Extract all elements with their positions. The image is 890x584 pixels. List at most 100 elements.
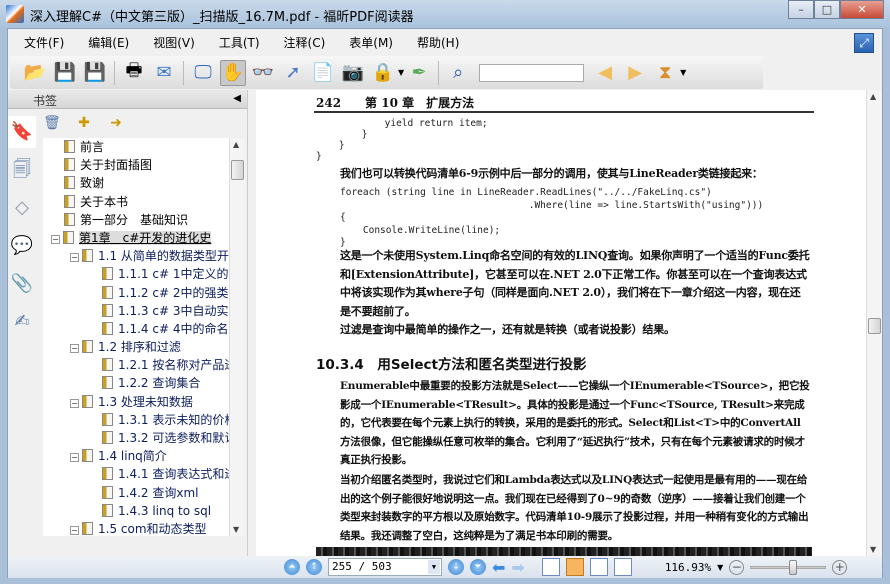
menu-tools[interactable]: 工具(T) <box>219 34 260 51</box>
continuous-view-icon[interactable] <box>565 558 584 576</box>
layers-tab-icon[interactable]: ◇ <box>8 192 36 224</box>
fullscreen-monitor-icon[interactable]: 🖵 <box>190 60 216 86</box>
collapse-panel-icon[interactable]: ◀ <box>233 93 241 104</box>
bookmark-item[interactable]: 1.1.3 c# 3中自动实现 <box>43 302 229 320</box>
bookmark-item[interactable]: 关于本书 <box>43 193 229 211</box>
chevron-down-icon[interactable]: ▼ <box>398 68 404 77</box>
collapse-toggle-icon[interactable]: − <box>70 344 79 354</box>
zoom-slider-knob[interactable] <box>788 559 797 575</box>
forward-arrow-icon[interactable]: ➡ <box>511 558 524 577</box>
previous-page-icon[interactable]: ↑ <box>306 559 322 575</box>
minimize-button[interactable]: – <box>788 0 814 19</box>
paragraph: 当初介绍匿名类型时，我说过它们和Lambda表达式以及LINQ表达式一起使用是最… <box>340 474 809 542</box>
bookmark-label: 1.1.1 c# 1中定义的产 <box>118 267 229 282</box>
menu-help[interactable]: 帮助(H) <box>417 34 459 51</box>
first-page-icon[interactable]: ⏶ <box>284 559 300 575</box>
menu-file[interactable]: 文件(F) <box>24 34 64 51</box>
zoom-out-icon[interactable]: − <box>729 559 745 575</box>
single-page-view-icon[interactable] <box>541 558 560 576</box>
scroll-up-icon[interactable]: ▲ <box>870 92 876 101</box>
last-page-icon[interactable]: ⏷ <box>470 559 486 575</box>
chevron-down-icon[interactable]: ▼ <box>680 68 686 77</box>
save-as-icon[interactable]: 💾 <box>82 60 108 86</box>
rms-lock-icon[interactable]: 🔒 <box>370 60 396 86</box>
snapshot-camera-icon[interactable]: 📷 <box>340 60 366 86</box>
attachments-tab-icon[interactable]: 📎 <box>8 268 36 300</box>
maximize-button[interactable]: □ <box>814 0 840 19</box>
bookmarks-tab-icon[interactable]: 🔖 <box>8 116 36 148</box>
bookmark-label: 第1章 c#开发的进化史 <box>79 230 212 245</box>
scroll-up-icon[interactable]: ▲ <box>233 140 239 149</box>
menu-view[interactable]: 视图(V) <box>153 34 195 51</box>
save-icon[interactable]: 💾 <box>52 60 78 86</box>
next-page-icon[interactable]: ↓ <box>448 559 464 575</box>
search-input[interactable] <box>479 63 585 82</box>
email-icon[interactable]: ✉ <box>151 60 177 86</box>
collapse-toggle-icon[interactable]: − <box>70 525 79 535</box>
print-icon[interactable]: 🖶 <box>121 60 147 86</box>
menu-edit[interactable]: 编辑(E) <box>88 34 129 51</box>
scroll-down-icon[interactable]: ▼ <box>233 525 239 534</box>
add-bookmark-icon[interactable]: ✚ <box>73 112 95 134</box>
bookmark-item[interactable]: 1.1.1 c# 1中定义的产 <box>43 265 229 283</box>
menu-comment[interactable]: 注释(C) <box>284 34 326 51</box>
bookmark-item[interactable]: − 第1章 c#开发的进化史 <box>43 229 229 247</box>
chevron-down-icon[interactable]: ▼ <box>717 563 723 572</box>
bookmark-item[interactable]: 前言 <box>43 138 229 156</box>
back-arrow-icon[interactable]: ⬅ <box>492 558 505 577</box>
delete-bookmark-icon[interactable]: 🗑 <box>41 112 63 134</box>
collapse-toggle-icon[interactable]: − <box>70 253 79 263</box>
bookmark-item[interactable]: 1.3.2 可选参数和默认 <box>43 429 229 447</box>
menu-form[interactable]: 表单(M) <box>349 34 393 51</box>
fullscreen-icon[interactable]: ⤢ <box>854 33 874 53</box>
page-number-input[interactable]: 255 / 503 ▼ <box>328 558 442 576</box>
zoom-slider[interactable] <box>750 559 827 575</box>
scroll-down-icon[interactable]: ▼ <box>870 545 876 554</box>
bookmark-item[interactable]: 1.4.2 查询xml <box>43 484 229 502</box>
collapse-toggle-icon[interactable]: − <box>51 234 60 244</box>
hand-tool-icon[interactable]: ✋ <box>220 59 246 86</box>
bookmark-item[interactable]: − 1.4 linq简介 <box>43 447 229 465</box>
bookmark-item[interactable]: 1.4.3 linq to sql <box>43 502 229 520</box>
zoom-level[interactable]: 116.93% <box>665 561 711 574</box>
facing-view-icon[interactable] <box>589 558 608 576</box>
scrollbar-thumb[interactable] <box>231 160 244 180</box>
panel-splitter[interactable] <box>247 90 255 556</box>
find-previous-icon[interactable]: ◀ <box>592 60 618 86</box>
search-options-icon[interactable]: ⧗ <box>652 60 678 86</box>
open-folder-icon[interactable]: 📂 <box>22 60 48 86</box>
expand-bookmark-icon[interactable]: ➜ <box>105 112 127 134</box>
continuous-facing-view-icon[interactable] <box>613 558 632 576</box>
bookmark-item[interactable]: 1.1.2 c# 2中的强类型 <box>43 284 229 302</box>
comments-tab-icon[interactable]: 💬 <box>8 230 36 262</box>
collapse-toggle-icon[interactable]: − <box>70 398 79 408</box>
select-arrow-icon[interactable]: ➚ <box>280 60 306 86</box>
panel-header: 书签 ◀ <box>8 90 247 109</box>
bookmark-item[interactable]: 1.1.4 c# 4中的命名实 <box>43 320 229 338</box>
bookmark-item[interactable]: − 1.5 com和动态类型 <box>43 520 229 536</box>
bookmark-scrollbar[interactable]: ▲ ▼ <box>229 138 245 536</box>
sign-pen-icon[interactable]: ✒ <box>406 60 432 86</box>
bookmark-item[interactable]: 第一部分 基础知识 <box>43 211 229 229</box>
collapse-toggle-icon[interactable]: − <box>70 453 79 463</box>
bookmark-item[interactable]: 1.4.1 查询表达式和进 <box>43 465 229 483</box>
bookmark-item[interactable]: 1.3.1 表示未知的价格 <box>43 411 229 429</box>
bookmark-item[interactable]: 1.2.1 按名称对产品进 <box>43 356 229 374</box>
close-button[interactable]: ✕ <box>840 0 884 19</box>
scrollbar-thumb[interactable] <box>868 318 881 334</box>
bookmark-item[interactable]: − 1.1 从简单的数据类型开 <box>43 247 229 265</box>
bookmark-item[interactable]: − 1.3 处理未知数据 <box>43 393 229 411</box>
text-select-icon[interactable]: 📄 <box>310 60 336 86</box>
bookmark-item[interactable]: 关于封面插图 <box>43 156 229 174</box>
find-next-icon[interactable]: ▶ <box>622 60 648 86</box>
bookmark-item[interactable]: − 1.2 排序和过滤 <box>43 338 229 356</box>
signatures-tab-icon[interactable]: ✍ <box>8 306 36 338</box>
read-mode-icon[interactable]: 👓 <box>250 60 276 86</box>
pages-tab-icon[interactable]: 🗐 <box>8 154 36 186</box>
bookmark-item[interactable]: 1.2.2 查询集合 <box>43 374 229 392</box>
zoom-in-icon[interactable]: + <box>832 559 848 575</box>
binoculars-search-icon[interactable]: ⌕ <box>445 60 471 86</box>
document-scrollbar[interactable]: ▲ ▼ <box>866 90 882 556</box>
bookmark-item[interactable]: 致谢 <box>43 174 229 192</box>
chevron-down-icon[interactable]: ▼ <box>428 560 440 574</box>
